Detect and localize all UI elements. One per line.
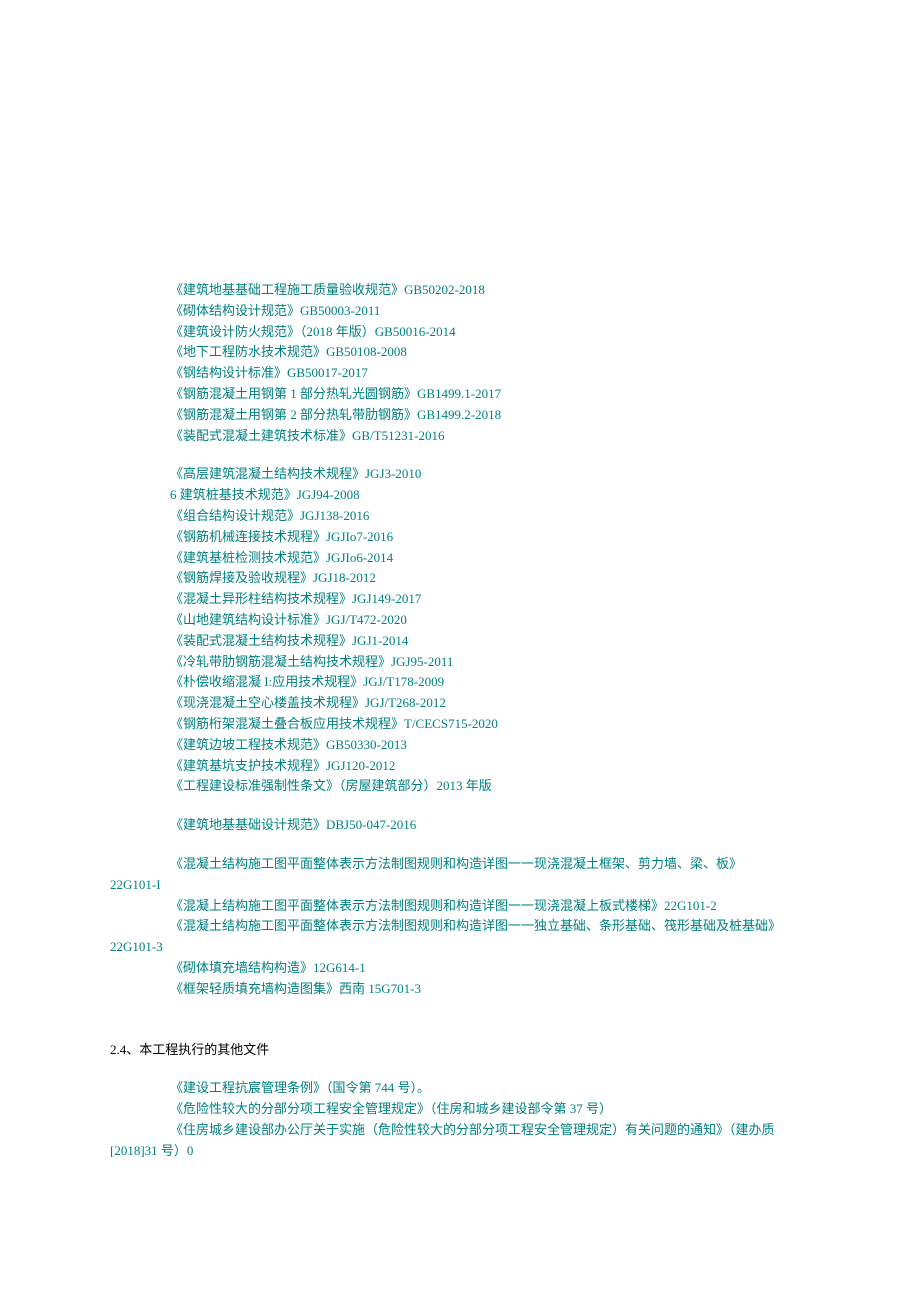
standard-item: 《装配式混凝土建筑技术标准》GB/T51231-2016	[110, 426, 810, 447]
standard-item: 《建筑基桩检测技术规范》JGJIo6-2014	[110, 548, 810, 569]
standard-item: 《框架轻质填充墙构造图集》西南 15G701-3	[110, 979, 810, 1000]
standards-group-2: 《高层建筑混凝土结构技术规程》JGJ3-2010 6 建筑桩基技术规范》JGJ9…	[110, 464, 810, 797]
standard-item: 《朴偿收缩混凝 I:应用技术规程》JGJ/T178-2009	[110, 672, 810, 693]
standard-item: 《砌体结构设计规范》GB50003-2011	[110, 301, 810, 322]
other-documents-group: 《建设工程抗宸管理条例》（国令第 744 号）。 《危险性较大的分部分项工程安全…	[110, 1078, 810, 1161]
standard-item: 《建筑设计防火规范》（2018 年版）GB50016-2014	[110, 322, 810, 343]
standard-item: 《冷轧带肋钢筋混凝土结构技术规程》JGJ95-2011	[110, 652, 810, 673]
standard-item: 《钢结构设计标准》GB50017-2017	[110, 363, 810, 384]
other-doc-item: 《危险性较大的分部分项工程安全管理规定》（住房和城乡建设部令第 37 号）	[110, 1099, 810, 1120]
standard-item: 《混凝土结构施工图平面整体表示方法制图规则和构造详图一一独立基础、条形基础、筏形…	[110, 916, 810, 937]
other-doc-item: 《建设工程抗宸管理条例》（国令第 744 号）。	[110, 1078, 810, 1099]
standard-item-continuation: 22G101-I	[110, 875, 810, 896]
other-doc-item-continuation: [2018]31 号）0	[110, 1141, 810, 1162]
standard-item: 《建筑基坑支护技术规程》JGJ120-2012	[110, 756, 810, 777]
standard-item-continuation: 22G101-3	[110, 937, 810, 958]
standard-item: 《钢筋机械连接技术规程》JGJIo7-2016	[110, 527, 810, 548]
standard-item: 《工程建设标准强制性条文》（房屋建筑部分）2013 年版	[110, 776, 810, 797]
standard-item: 《建筑地基基础工程施工质量验收规范》GB50202-2018	[110, 280, 810, 301]
standard-item: 《地下工程防水技术规范》GB50108-2008	[110, 342, 810, 363]
standard-item: 《钢筋混凝土用钢第 2 部分热轧带肋钢筋》GB1499.2-2018	[110, 405, 810, 426]
standard-item: 《混凝上结构施工图平面整体表示方法制图规则和构造详图一一现浇混凝上板式楼梯》22…	[110, 896, 810, 917]
standard-item: 《混凝土结构施工图平面整体表示方法制图规则和构造详图一一现浇混凝土框架、剪力墙、…	[110, 854, 810, 875]
other-doc-item: 《住房城乡建设部办公厅关于实施（危险性较大的分部分项工程安全管理规定）有关问题的…	[110, 1120, 810, 1141]
section-heading: 2.4、本工程执行的其他文件	[110, 1040, 810, 1061]
standard-item: 6 建筑桩基技术规范》JGJ94-2008	[110, 485, 810, 506]
standard-item: 《建筑地基基础设计规范》DBJ50-047-2016	[110, 815, 810, 836]
standard-item: 《建筑边坡工程技术规范》GB50330-2013	[110, 735, 810, 756]
standard-item: 《组合结构设计规范》JGJ138-2016	[110, 506, 810, 527]
standards-group-4: 《混凝土结构施工图平面整体表示方法制图规则和构造详图一一现浇混凝土框架、剪力墙、…	[110, 854, 810, 1000]
standard-item: 《高层建筑混凝土结构技术规程》JGJ3-2010	[110, 464, 810, 485]
standards-group-1: 《建筑地基基础工程施工质量验收规范》GB50202-2018 《砌体结构设计规范…	[110, 280, 810, 446]
standard-item: 《装配式混凝土结构技术规程》JGJ1-2014	[110, 631, 810, 652]
standard-item: 《钢筋桁架混凝土叠合板应用技术规程》T/CECS715-2020	[110, 714, 810, 735]
standard-item: 《钢筋混凝土用钢第 1 部分热轧光圆钢筋》GB1499.1-2017	[110, 384, 810, 405]
standard-item: 《砌体填充墙结构构造》12G614-1	[110, 958, 810, 979]
standard-item: 《混凝土异形柱结构技术规程》JGJ149-2017	[110, 589, 810, 610]
standard-item: 《山地建筑结构设计标准》JGJ/T472-2020	[110, 610, 810, 631]
standards-group-3: 《建筑地基基础设计规范》DBJ50-047-2016	[110, 815, 810, 836]
standard-item: 《钢筋焊接及验收规程》JGJ18-2012	[110, 568, 810, 589]
standard-item: 《现浇混凝土空心楼盖技术规程》JGJ/T268-2012	[110, 693, 810, 714]
